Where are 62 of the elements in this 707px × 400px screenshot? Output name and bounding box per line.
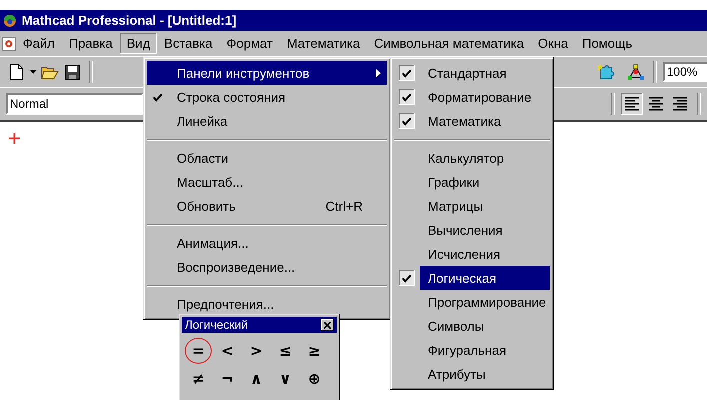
- menu-item[interactable]: Помощь: [575, 33, 640, 54]
- menu-item[interactable]: Матрицы: [394, 194, 550, 218]
- operator-button[interactable]: =: [185, 338, 212, 364]
- page-icon: [10, 64, 24, 80]
- window-title: Mathcad Professional - [Untitled:1]: [22, 13, 237, 28]
- network-icon: [627, 64, 645, 80]
- menu-item[interactable]: Форматирование: [394, 85, 550, 109]
- menu-item[interactable]: Правка: [62, 33, 120, 54]
- zoom-field[interactable]: 100%: [663, 62, 707, 82]
- menu-item[interactable]: Воспроизведение...: [147, 255, 387, 279]
- check-icon: [402, 116, 412, 126]
- menu-item[interactable]: Вид: [120, 33, 158, 54]
- caret-icon[interactable]: [30, 70, 37, 74]
- menu-item[interactable]: Строка состояния: [147, 85, 387, 109]
- menu-item[interactable]: Калькулятор: [394, 146, 550, 170]
- menu-item[interactable]: Программирование: [394, 290, 550, 314]
- operator-button[interactable]: ≤: [272, 338, 299, 364]
- style-field[interactable]: Normal: [6, 93, 144, 115]
- operator-button[interactable]: ≠: [185, 366, 212, 392]
- crosshair-cursor-icon: [9, 133, 20, 144]
- operator-button[interactable]: ∧: [243, 366, 270, 392]
- check-icon: [402, 68, 412, 78]
- align-left-icon: [623, 96, 641, 112]
- operator-button[interactable]: ∨: [272, 366, 299, 392]
- menu-item[interactable]: Символьная математика: [367, 33, 532, 54]
- menu-item[interactable]: Формат: [220, 33, 280, 54]
- operator-button[interactable]: ⊕: [301, 366, 328, 392]
- operator-button[interactable]: ¬: [214, 366, 241, 392]
- folder-icon: [41, 64, 59, 80]
- operator-button[interactable]: >: [243, 338, 270, 364]
- palette-title: Логический: [185, 318, 248, 332]
- menu-item[interactable]: Математика: [394, 109, 550, 133]
- align-center-icon: [647, 96, 665, 112]
- menu-item[interactable]: Вычисления: [394, 218, 550, 242]
- menu-item[interactable]: Линейка: [147, 109, 387, 133]
- align-right-icon: [671, 96, 689, 112]
- menu-item[interactable]: Исчисления: [394, 242, 550, 266]
- menu-item[interactable]: Обновить Ctrl+R: [147, 194, 387, 218]
- menu-item[interactable]: Анимация...: [147, 231, 387, 255]
- menu-item[interactable]: Фигуральная: [394, 338, 550, 362]
- menu-item[interactable]: Вставка: [157, 33, 220, 54]
- check-icon: [402, 92, 412, 102]
- operator-button[interactable]: ≥: [301, 338, 328, 364]
- menu-item[interactable]: Математика: [280, 33, 368, 54]
- operator-button[interactable]: <: [214, 338, 241, 364]
- puzzle-icon: [597, 64, 615, 80]
- menu-item[interactable]: Графики: [394, 170, 550, 194]
- close-button[interactable]: [321, 319, 334, 331]
- menu-item[interactable]: Предпочтения...: [147, 292, 387, 316]
- document-icon[interactable]: [2, 36, 16, 50]
- menu-item[interactable]: Окна: [531, 33, 576, 54]
- check-icon: [402, 274, 412, 282]
- close-icon: [324, 322, 331, 328]
- menu-item[interactable]: Файл: [16, 33, 62, 54]
- menu-item[interactable]: Панели инструментов: [147, 61, 387, 85]
- align-left-button[interactable]: [621, 93, 643, 115]
- menu-item[interactable]: Масштаб...: [147, 170, 387, 194]
- menu-item[interactable]: Области: [147, 146, 387, 170]
- menu-item[interactable]: Символы: [394, 314, 550, 338]
- app-icon: [2, 12, 18, 28]
- menu-item[interactable]: Атрибуты: [394, 362, 550, 386]
- menu-item[interactable]: Стандартная: [394, 61, 550, 85]
